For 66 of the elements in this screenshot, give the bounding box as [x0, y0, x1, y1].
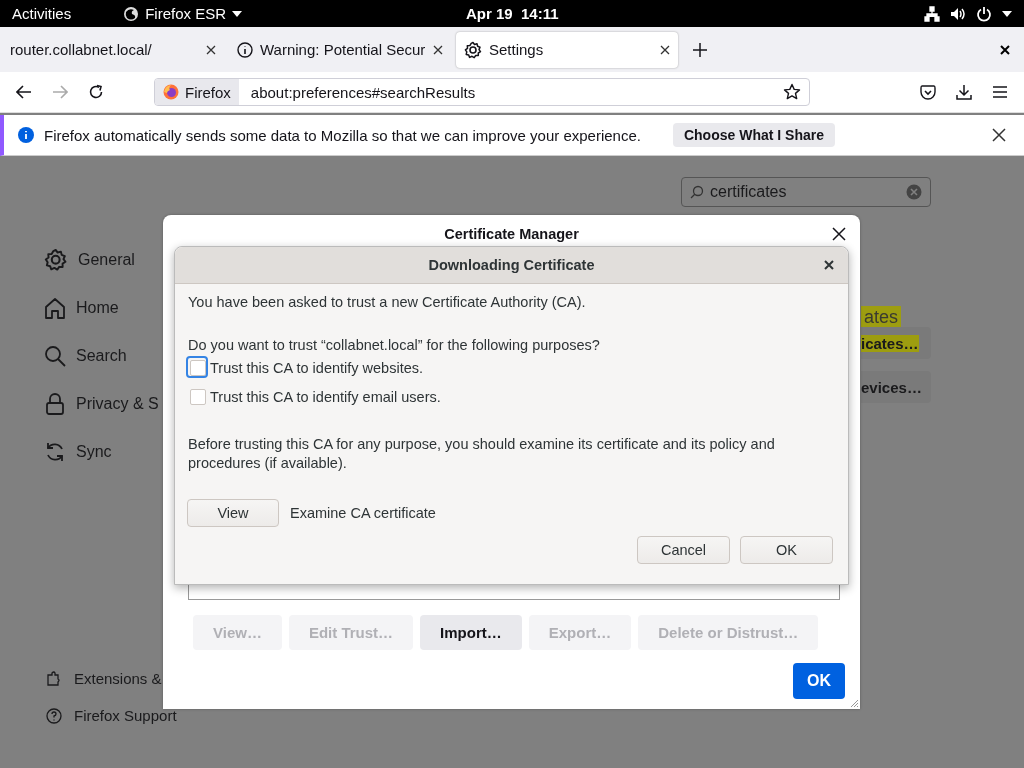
info-icon — [237, 41, 253, 58]
reload-icon[interactable] — [88, 84, 104, 100]
resize-grip-icon[interactable] — [849, 698, 859, 708]
browser-logo-icon — [163, 84, 179, 100]
close-icon[interactable] — [992, 128, 1006, 142]
choose-share-button[interactable]: Choose What I Share — [672, 123, 835, 147]
app-menu[interactable]: Firefox ESR — [145, 5, 227, 22]
plus-icon[interactable] — [693, 42, 707, 57]
activities-button[interactable]: Activities — [12, 5, 72, 22]
cancel-button[interactable]: Cancel — [637, 536, 730, 564]
close-icon[interactable] — [832, 227, 846, 241]
lock-icon — [44, 393, 66, 415]
question-text: Do you want to trust “collabnet.local” for the following purposes? — [188, 337, 601, 353]
settings-button[interactable]: icates… — [861, 327, 931, 359]
close-icon[interactable] — [660, 44, 670, 55]
ok-button[interactable]: OK — [740, 536, 833, 564]
dialog-title: Certificate Manager — [444, 226, 579, 242]
gear-icon — [464, 40, 482, 59]
close-icon[interactable] — [1000, 44, 1010, 55]
notification-message: Firefox automatically sends some data to Mozilla so that we can improve your experience. — [44, 126, 641, 144]
browser-tab[interactable]: Settings — [456, 31, 678, 68]
search-icon — [44, 345, 66, 367]
search-field[interactable]: certificates — [681, 177, 931, 207]
certificate-action-button[interactable]: Import… — [420, 615, 522, 650]
home-icon — [44, 297, 66, 319]
info-icon — [18, 127, 34, 143]
sync-icon — [44, 441, 66, 463]
sidebar-item[interactable]: Sync — [76, 443, 112, 461]
download-icon[interactable] — [956, 84, 972, 100]
close-icon[interactable] — [206, 44, 216, 55]
url-text: about:preferences#searchResults — [250, 83, 477, 101]
browser-tab[interactable]: Warning: Potential Secur — [229, 31, 451, 68]
puzzle-icon — [46, 670, 62, 687]
intro-text: You have been asked to trust a new Certificate Authority (CA). — [188, 294, 587, 310]
back-arrow-icon[interactable] — [16, 85, 32, 99]
clock[interactable]: Apr 19 14:11 — [466, 5, 559, 22]
sidebar-item[interactable]: General — [78, 251, 135, 269]
gear-icon — [44, 248, 68, 272]
help-icon — [46, 707, 62, 724]
clear-icon[interactable] — [906, 184, 922, 200]
star-icon[interactable] — [783, 83, 801, 101]
search-icon — [690, 185, 704, 199]
address-bar[interactable]: Firefox about:preferences#searchResults — [154, 78, 810, 106]
sidebar-item[interactable]: Home — [76, 299, 119, 317]
view-label: Examine CA certificate — [290, 505, 436, 521]
network-icon[interactable] — [924, 5, 940, 22]
advice-text: Before trusting this CA for any purpose, you should examine its certificate and its policy and procedures (if available). — [188, 435, 776, 473]
caret-icon — [232, 10, 243, 17]
dialog-title: Downloading Certificate — [428, 257, 595, 273]
checkbox-label[interactable]: Trust this CA to identify email users. — [210, 388, 441, 405]
checkbox[interactable] — [190, 388, 206, 405]
view-button[interactable]: View — [187, 499, 279, 527]
sidebar-item[interactable]: Privacy & S — [76, 395, 159, 413]
sidebar-link[interactable]: Extensions & — [74, 670, 162, 687]
ok-button[interactable]: OK — [793, 663, 845, 699]
sidebar-item[interactable]: Search — [76, 347, 127, 365]
browser-tab[interactable]: router.collabnet.local/ — [2, 31, 224, 68]
power-icon[interactable] — [976, 5, 992, 22]
close-icon[interactable] — [433, 44, 443, 55]
sidebar-link[interactable]: Firefox Support — [74, 707, 177, 724]
close-icon[interactable] — [824, 260, 834, 270]
caret-icon[interactable] — [1002, 10, 1012, 17]
checkbox-label[interactable]: Trust this CA to identify websites. — [210, 359, 424, 376]
highlighted-text: ates — [861, 306, 902, 329]
menu-icon[interactable] — [992, 85, 1008, 99]
settings-button[interactable]: evices… — [861, 371, 931, 403]
